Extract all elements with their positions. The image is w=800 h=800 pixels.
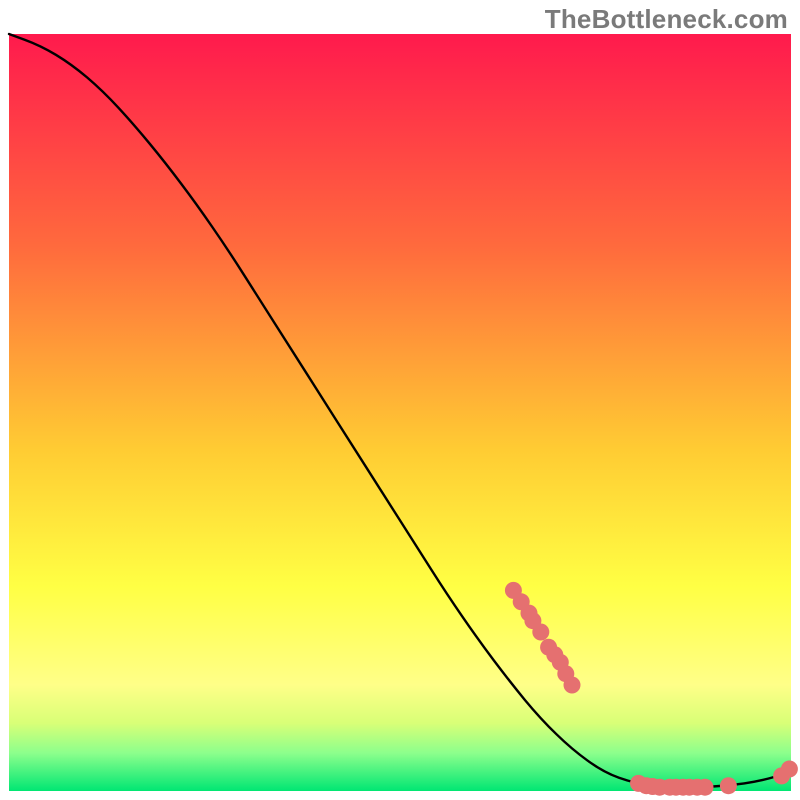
data-point (720, 777, 737, 794)
bottleneck-chart (0, 0, 800, 800)
gradient-background (9, 34, 791, 791)
data-point (532, 624, 549, 641)
data-point (781, 761, 798, 778)
data-point (564, 677, 581, 694)
data-point (697, 779, 714, 796)
